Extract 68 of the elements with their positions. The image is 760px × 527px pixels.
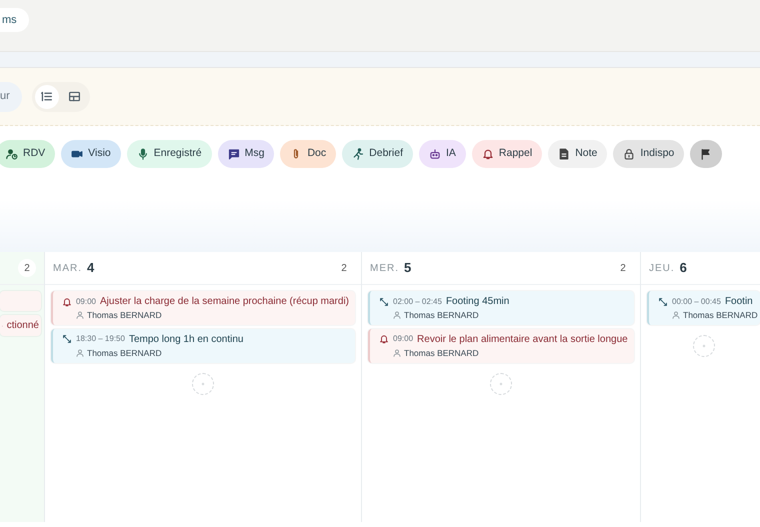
event-title: Footing 45min xyxy=(446,295,510,309)
add-event-button[interactable] xyxy=(490,372,512,394)
expand-arrows-icon xyxy=(658,296,668,306)
event-card[interactable]: ctionné xyxy=(0,315,41,336)
person-name: Thomas BERNARD xyxy=(404,346,479,360)
event-title: Footin xyxy=(724,295,753,309)
weekday-label: JEU. xyxy=(649,262,675,276)
day-number: 6 xyxy=(680,259,687,278)
person-name: Thomas BERNARD xyxy=(683,309,758,322)
event-title: Tempo long 1h en continu xyxy=(128,332,244,347)
event-card[interactable]: 02:00 – 02:45 Footing 45min Thomas BERNARD xyxy=(368,291,634,325)
filter-chip[interactable]: Enregistré xyxy=(126,140,212,168)
plus-icon xyxy=(199,380,207,388)
day-number: 4 xyxy=(87,259,94,278)
person-icon xyxy=(76,349,84,358)
event-title: ctionné xyxy=(6,319,39,333)
flag-button[interactable] xyxy=(690,140,722,168)
filter-chip[interactable]: Rappel xyxy=(472,140,542,168)
event-time: 09:00 xyxy=(393,333,414,346)
person-clock-icon xyxy=(6,148,18,160)
filter-chip[interactable]: Debrief xyxy=(342,140,413,168)
add-event-button[interactable] xyxy=(192,372,214,394)
person-icon xyxy=(393,311,401,320)
microphone-icon xyxy=(136,148,149,160)
layout-icon xyxy=(68,90,82,103)
event-card[interactable]: 18:30 – 19:50 Tempo long 1h en continu Thomas BERNARD xyxy=(51,328,355,362)
event-title: Ajuster la charge de la semaine prochaine (récup mardi) xyxy=(100,295,349,309)
lock-icon xyxy=(623,148,636,160)
person-icon xyxy=(672,311,680,320)
event-time: 02:00 – 02:45 xyxy=(393,296,442,308)
robot-icon xyxy=(429,148,441,160)
header-pill[interactable]: ms xyxy=(0,8,29,32)
person-name: Thomas BERNARD xyxy=(87,346,162,360)
event-time: 00:00 – 00:45 xyxy=(672,296,721,308)
filter-chip[interactable]: Visio xyxy=(61,140,121,168)
event-count-badge: 2 xyxy=(18,259,36,277)
runner-icon xyxy=(352,148,364,160)
person-icon xyxy=(393,349,401,358)
plus-icon xyxy=(497,380,505,388)
event-time: 18:30 – 19:50 xyxy=(76,333,125,346)
event-card[interactable]: 09:00 Ajuster la charge de la semaine prochaine (récup mardi) Thomas BERNARD xyxy=(51,291,355,325)
weekday-label: MER. xyxy=(370,262,399,276)
list-icon xyxy=(40,90,54,103)
person-name: Thomas BERNARD xyxy=(87,309,162,322)
filter-chip[interactable]: Doc xyxy=(280,140,336,168)
message-icon xyxy=(228,148,240,160)
expand-arrows-icon xyxy=(379,296,389,306)
video-icon xyxy=(71,148,84,160)
event-card[interactable]: 00:00 – 00:45 Footin Thomas BERNARD xyxy=(647,291,760,325)
expand-arrows-icon xyxy=(62,334,72,344)
filter-chip[interactable]: Msg xyxy=(218,140,274,168)
input-field[interactable]: ur xyxy=(0,82,22,112)
filter-chip[interactable]: RDV xyxy=(0,140,56,168)
event-time: 09:00 xyxy=(76,296,96,308)
event-card[interactable]: 09:00 Revoir le plan alimentaire avant la sortie longue Thomas BERNARD xyxy=(368,328,634,362)
filter-chip[interactable]: Note xyxy=(548,140,608,168)
person-icon xyxy=(76,311,84,320)
day-number: 5 xyxy=(404,259,412,278)
note-icon xyxy=(558,148,570,160)
person-name: Thomas BERNARD xyxy=(404,309,479,322)
plus-icon xyxy=(700,342,708,350)
filter-chip[interactable]: IA xyxy=(419,140,466,168)
add-event-button[interactable] xyxy=(692,334,714,357)
flag-icon xyxy=(700,148,712,160)
weekday-label: MAR. xyxy=(53,262,82,276)
filter-chip[interactable]: Indispo xyxy=(613,140,684,168)
view-button[interactable] xyxy=(34,84,59,108)
event-title: Revoir le plan alimentaire avant la sortie longue xyxy=(417,332,628,347)
